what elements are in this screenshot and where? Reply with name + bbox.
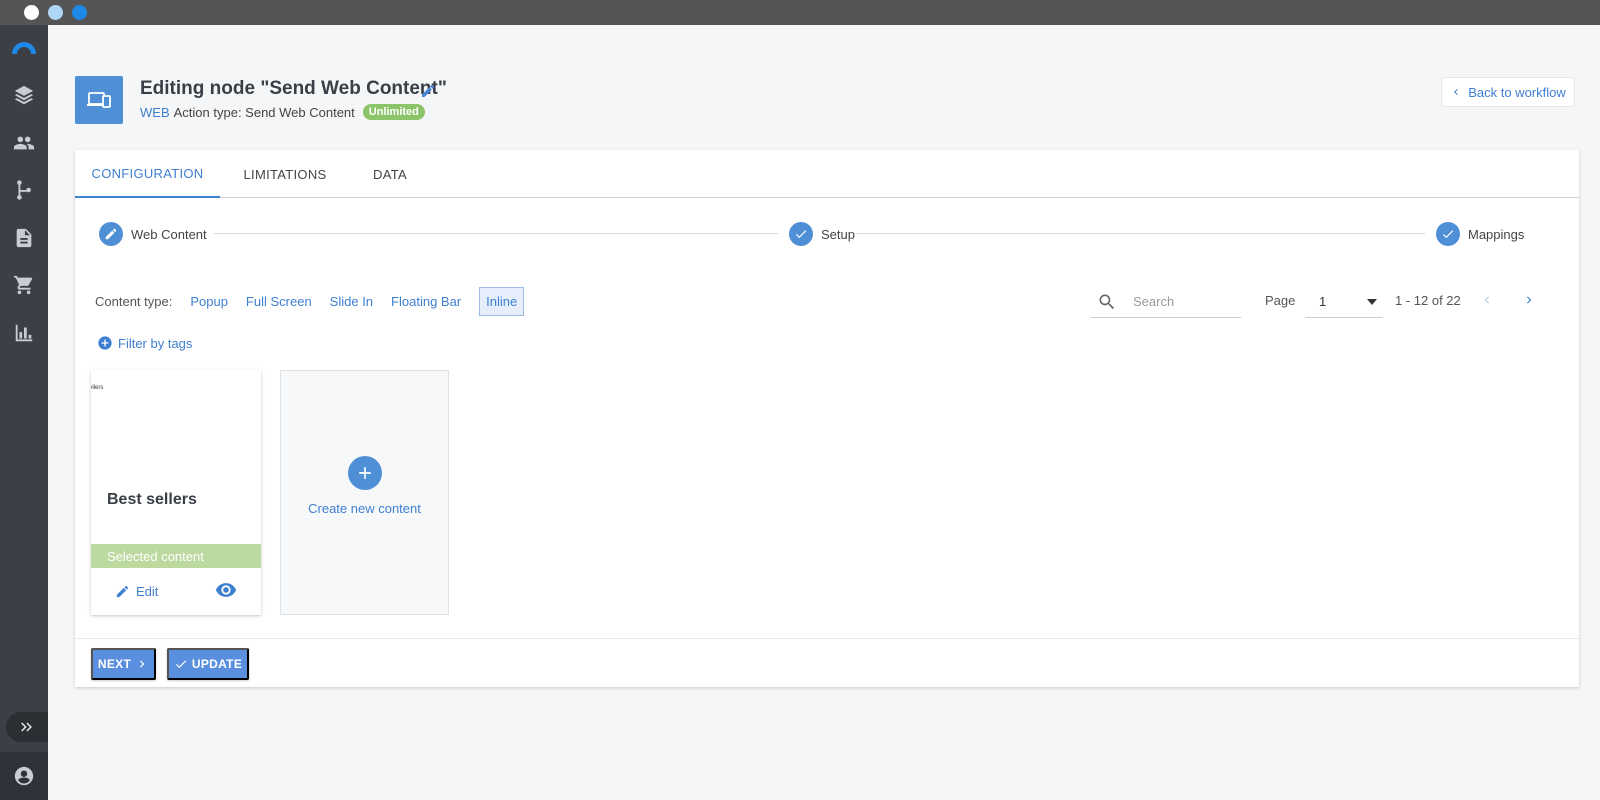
editor-card: CONFIGURATION LIMITATIONS DATA Web Conte… [75, 150, 1579, 687]
pencil-icon [116, 585, 129, 598]
eye-icon [215, 583, 237, 597]
step-mappings[interactable]: Mappings [1436, 222, 1524, 246]
page-title: Editing node "Send Web Content" [140, 78, 447, 99]
step-connector [214, 233, 778, 234]
action-type-label: Action type: Send Web Content [173, 104, 355, 120]
filter-slide-in[interactable]: Slide In [330, 294, 373, 309]
selected-content-indicator: Selected content [91, 544, 261, 568]
filter-by-tags-button[interactable]: Filter by tags [97, 335, 192, 351]
step-label: Mappings [1468, 226, 1525, 242]
content-thumbnail-text: ellers [91, 385, 104, 391]
node-subtitle: WEB Action type: Send Web Content Unlimi… [140, 104, 425, 120]
user-circle-icon [14, 766, 34, 786]
step-connector [855, 233, 1425, 234]
tab-data[interactable]: DATA [350, 150, 430, 198]
user-account-button[interactable] [0, 752, 48, 800]
filter-floating-bar[interactable]: Floating Bar [391, 294, 461, 309]
pencil-icon [99, 222, 123, 246]
step-setup[interactable]: Setup [789, 222, 855, 246]
double-chevron-right-icon [21, 722, 32, 732]
page-range: 1 - 12 of 22 [1395, 293, 1461, 308]
tab-configuration[interactable]: CONFIGURATION [75, 150, 220, 198]
update-button-label: UPDATE [191, 657, 243, 671]
step-web-content[interactable]: Web Content [99, 222, 207, 246]
edit-title-pencil-icon[interactable] [420, 83, 436, 99]
back-to-workflow-button[interactable]: Back to workflow [1441, 77, 1575, 107]
chevron-right-icon [1527, 296, 1532, 304]
logo-icon[interactable] [10, 39, 38, 55]
check-icon [1436, 222, 1460, 246]
stepper: Web Content Setup Mappings [99, 222, 1555, 246]
chevron-right-icon [140, 660, 145, 668]
channel-link[interactable]: WEB [140, 105, 170, 120]
window-close-button[interactable] [24, 5, 39, 20]
caret-down-icon [1367, 298, 1377, 305]
tab-bar: CONFIGURATION LIMITATIONS DATA [75, 150, 1579, 198]
edit-content-button[interactable]: Edit [115, 584, 158, 599]
next-button-label: NEXT [97, 657, 132, 671]
limit-badge: Unlimited [362, 104, 425, 120]
expand-sidebar-button[interactable] [6, 712, 48, 742]
update-button[interactable]: UPDATE [167, 648, 249, 680]
previous-page-button[interactable] [1477, 290, 1497, 310]
page-select[interactable]: 1 [1305, 286, 1383, 318]
people-icon[interactable] [12, 131, 36, 155]
content-type-label: Content type: [95, 293, 173, 309]
card-footer: NEXT UPDATE [75, 638, 1579, 687]
layers-icon[interactable] [12, 83, 36, 107]
window-titlebar [0, 0, 1600, 25]
create-new-content-label: Create new content [308, 501, 421, 516]
filter-by-tags-label: Filter by tags [118, 335, 193, 351]
tab-limitations[interactable]: LIMITATIONS [220, 150, 350, 198]
check-icon [789, 222, 813, 246]
create-new-content-card[interactable]: Create new content [280, 370, 449, 615]
page-label: Page [1265, 293, 1296, 308]
edit-content-label: Edit [136, 584, 159, 599]
check-icon [175, 660, 187, 669]
content-type-filter: Content type: Popup Full Screen Slide In… [95, 286, 525, 316]
content-card-actions: Edit [91, 568, 261, 615]
page-select-value: 1 [1319, 294, 1327, 309]
content-card-best-sellers[interactable]: ellers Best sellers Selected content Edi… [91, 370, 261, 615]
preview-content-button[interactable] [215, 579, 237, 604]
search-icon [1099, 294, 1115, 309]
add-circle-icon [98, 336, 112, 350]
filter-popup[interactable]: Popup [190, 294, 228, 309]
web-content-node-icon [75, 76, 123, 124]
next-page-button[interactable] [1519, 290, 1539, 310]
plus-icon [348, 456, 382, 490]
content-name: Best sellers [107, 491, 197, 508]
sidebar [0, 25, 48, 800]
cart-icon[interactable] [12, 273, 36, 297]
filter-full-screen[interactable]: Full Screen [246, 294, 312, 309]
filter-inline[interactable]: Inline [479, 286, 525, 316]
step-label: Setup [821, 226, 855, 242]
chevron-left-icon [1454, 89, 1458, 95]
analytics-icon[interactable] [12, 321, 36, 345]
window-minimize-button[interactable] [48, 5, 63, 20]
back-to-workflow-label: Back to workflow [1468, 84, 1566, 100]
step-label: Web Content [131, 226, 207, 242]
search-input[interactable] [1133, 294, 1233, 309]
next-button[interactable]: NEXT [91, 648, 156, 680]
workflow-icon[interactable] [12, 178, 36, 202]
window-maximize-button[interactable] [72, 5, 87, 20]
chevron-left-icon [1484, 296, 1489, 304]
search-box [1091, 286, 1241, 318]
document-icon[interactable] [12, 226, 36, 250]
